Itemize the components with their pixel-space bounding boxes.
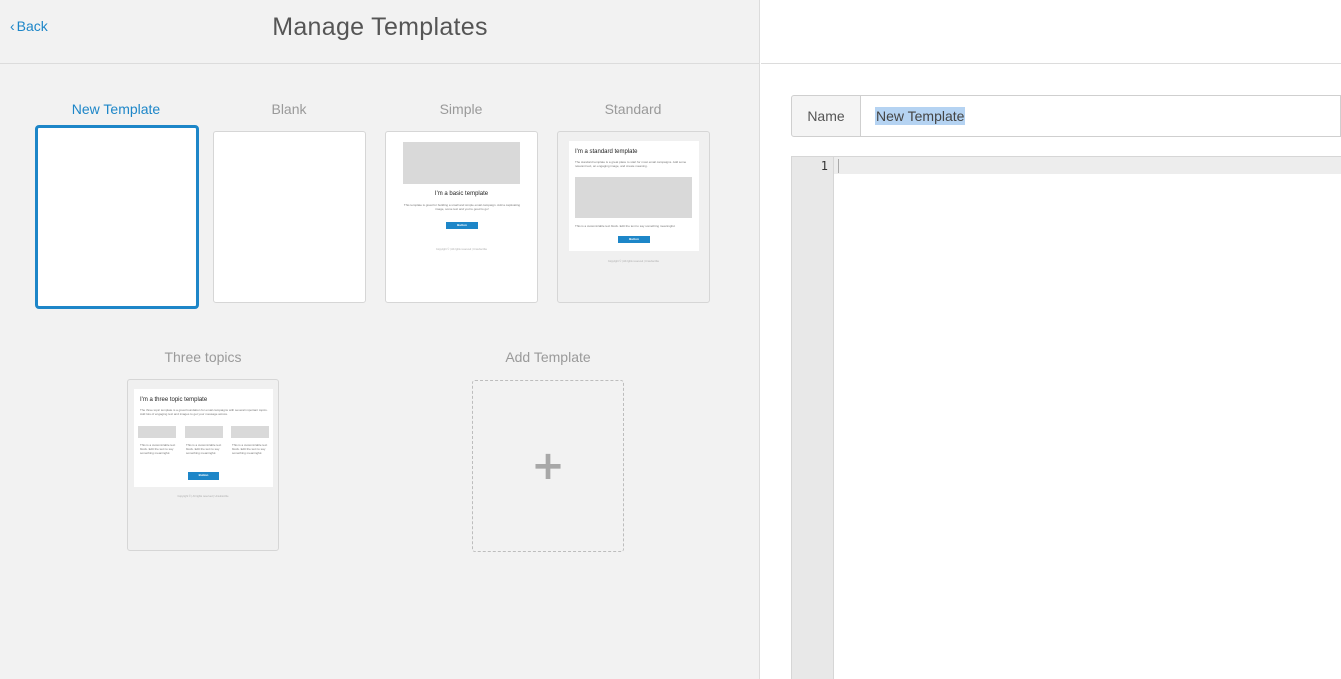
template-label: Blank <box>271 101 307 117</box>
preview-image <box>403 142 520 184</box>
preview-image <box>138 426 176 438</box>
text-cursor <box>838 159 839 173</box>
line-number: 1 <box>820 159 828 173</box>
preview-heading: I'm a three topic template <box>140 397 208 403</box>
preview-image <box>231 426 269 438</box>
preview-content: I'm a standard template The standard tem… <box>569 141 699 251</box>
preview-body: This template is great for building a sm… <box>403 203 521 211</box>
name-label: Name <box>791 95 861 137</box>
name-row: Name New Template <box>791 95 1341 137</box>
template-label: Simple <box>439 101 483 117</box>
preview-button: Button <box>446 222 478 229</box>
name-field[interactable]: New Template <box>861 95 1341 137</box>
template-card-three-topics[interactable]: I'm a three topic template The three top… <box>127 379 279 551</box>
template-tile-simple: Simple <box>385 101 537 121</box>
preview-body: The three topic template is a great foun… <box>140 408 268 416</box>
template-label: Three topics <box>164 349 242 365</box>
line-gutter: 1 <box>792 157 834 679</box>
template-card-standard[interactable]: I'm a standard template The standard tem… <box>557 131 710 303</box>
template-tile-standard: Standard <box>557 101 709 121</box>
panel-header: ‹ Back Manage Templates <box>0 0 760 64</box>
preview-footer: Copyright © | All rights reserved | Unsu… <box>607 260 660 263</box>
preview-button: Button <box>618 236 650 243</box>
preview-footer: Copyright © | All rights reserved | Unsu… <box>435 248 488 251</box>
template-label: Standard <box>604 101 662 117</box>
template-card-simple[interactable]: I'm a basic template This template is gr… <box>385 131 538 303</box>
preview-column-text: This is a customizable text block. Edit … <box>232 443 268 455</box>
editor-panel: Name New Template 1 <box>761 0 1341 679</box>
preview-caption: This is a customizable text block. Edit … <box>575 224 676 228</box>
templates-panel: ‹ Back Manage Templates New Template Bla… <box>0 0 760 679</box>
preview-heading: I'm a standard template <box>575 149 638 155</box>
template-tile-blank: Blank <box>213 101 365 121</box>
template-tile-three-topics: Three topics <box>127 349 279 369</box>
preview-image <box>185 426 223 438</box>
editor-header <box>761 0 1341 64</box>
preview-body: The standard template is a great place t… <box>575 160 687 168</box>
preview-column-text: This is a customizable text block. Edit … <box>186 443 222 455</box>
preview-footer: Copyright © | All rights reserved | Unsu… <box>177 495 229 498</box>
template-label: Add Template <box>505 349 591 365</box>
template-card-new[interactable] <box>35 125 199 309</box>
page-title: Manage Templates <box>272 13 488 41</box>
template-tile-add: Add Template <box>472 349 624 369</box>
template-label: New Template <box>71 101 161 117</box>
plus-icon: + <box>531 443 565 489</box>
preview-image <box>575 177 692 218</box>
add-template-button[interactable]: + <box>472 380 624 552</box>
template-card-blank[interactable] <box>213 131 366 303</box>
preview-column-text: This is a customizable text block. Edit … <box>140 443 176 455</box>
template-tile-new: New Template <box>40 101 192 121</box>
name-field-value: New Template <box>875 107 966 125</box>
code-editor[interactable]: 1 <box>791 156 1341 679</box>
preview-heading: I'm a basic template <box>434 191 489 197</box>
active-line-highlight <box>834 157 1341 174</box>
preview-button: Button <box>188 472 219 480</box>
